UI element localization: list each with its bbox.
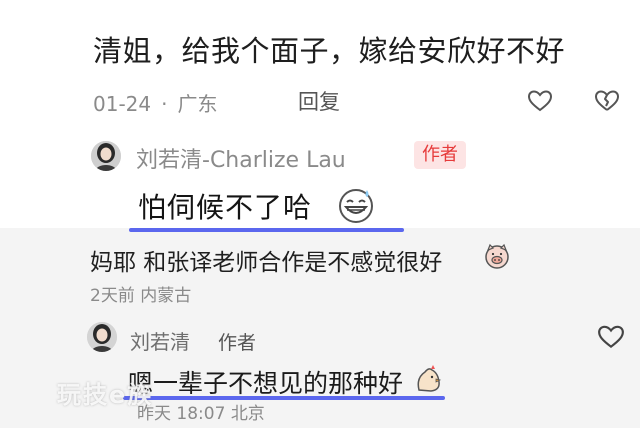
comment-meta: 01-24 · 广东	[93, 88, 217, 117]
like-heart-icon[interactable]	[597, 323, 625, 351]
meta-separator: ·	[161, 92, 168, 116]
reply-author-name[interactable]: 刘若清-Charlize Lau	[136, 142, 346, 174]
reply-text: 怕伺候不了哈	[138, 191, 313, 224]
watermark: 玩技e族	[57, 381, 154, 409]
grinning-sweat-emoji-icon	[337, 186, 375, 224]
pig-face-emoji-icon	[484, 243, 510, 269]
comment-location: 内蒙古	[140, 286, 192, 306]
author-avatar[interactable]	[91, 141, 121, 171]
comment-date: 01-24	[93, 92, 152, 116]
dislike-broken-heart-icon[interactable]	[594, 88, 620, 114]
reply-author-name[interactable]: 刘若清	[130, 326, 190, 355]
comment-time: 2天前	[90, 286, 135, 306]
author-badge: 作者	[218, 332, 257, 354]
comment-text: 妈耶 和张译老师合作是不感觉很好	[90, 250, 443, 276]
comment-meta: 2天前 内蒙古	[90, 281, 191, 306]
like-heart-icon[interactable]	[527, 88, 553, 114]
reply-location: 北京	[230, 404, 265, 424]
author-badge: 作者	[414, 141, 466, 169]
comment-text: 清姐，给我个面子，嫁给安欣好不好	[93, 34, 566, 68]
comment-location: 广东	[177, 92, 218, 116]
reply-button[interactable]: 回复	[298, 86, 340, 116]
author-avatar[interactable]	[87, 322, 117, 352]
reply-text: 嗯一辈子不想见的那种好	[128, 369, 404, 398]
highlight-underline	[129, 228, 404, 232]
chicken-emoji-icon	[413, 364, 443, 394]
reply-meta: 昨天 18:07 北京	[137, 399, 265, 424]
